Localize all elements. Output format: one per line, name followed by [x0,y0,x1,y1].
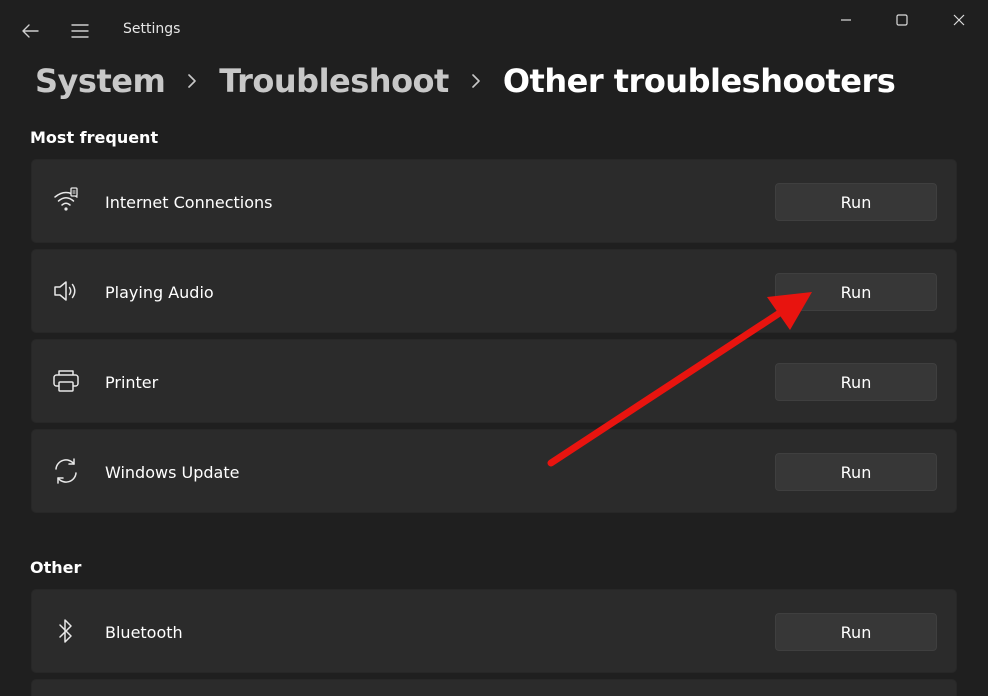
settings-window: Settings System Troubleshoot Other troub… [0,0,988,696]
troubleshooter-label: Playing Audio [105,282,214,302]
run-printer-button[interactable]: Run [775,363,937,401]
back-arrow-icon [22,24,39,38]
bluetooth-icon [52,616,80,646]
section-title-most-frequent: Most frequent [30,128,159,147]
breadcrumb-system[interactable]: System [35,62,166,100]
troubleshooter-label: Printer [105,372,159,392]
maximize-icon [896,14,908,26]
chevron-right-icon [449,58,503,104]
close-button[interactable] [930,0,988,40]
close-icon [953,14,965,26]
troubleshooter-bluetooth: Bluetooth Run [31,589,957,673]
title-bar: Settings [0,0,988,60]
wifi-icon [52,186,80,216]
navigation-menu-button[interactable] [64,16,96,46]
troubleshooter-printer: Printer Run [31,339,957,423]
speaker-icon [52,276,80,306]
back-button[interactable] [14,16,46,46]
run-windows-update-button[interactable]: Run [775,453,937,491]
troubleshooter-playing-audio: Playing Audio Run [31,249,957,333]
sync-icon [52,456,80,486]
troubleshooter-windows-update: Windows Update Run [31,429,957,513]
breadcrumb: System Troubleshoot Other troubleshooter… [35,58,896,104]
run-internet-connections-button[interactable]: Run [775,183,937,221]
minimize-icon [841,19,851,21]
maximize-button[interactable] [873,0,931,40]
breadcrumb-current-page: Other troubleshooters [502,62,896,100]
troubleshooter-internet-connections: Internet Connections Run [31,159,957,243]
breadcrumb-troubleshoot[interactable]: Troubleshoot [219,62,449,100]
minimize-button[interactable] [817,0,875,40]
section-title-other: Other [30,558,82,577]
run-playing-audio-button[interactable]: Run [775,273,937,311]
troubleshooter-label: Bluetooth [105,622,183,642]
troubleshooter-label: Internet Connections [105,192,273,212]
troubleshooter-label: Windows Update [105,462,240,482]
hamburger-menu-icon [71,24,89,38]
run-bluetooth-button[interactable]: Run [775,613,937,651]
window-title: Settings [123,21,181,37]
chevron-right-icon [165,58,219,104]
troubleshooter-partial [31,679,957,696]
printer-icon [52,366,80,396]
